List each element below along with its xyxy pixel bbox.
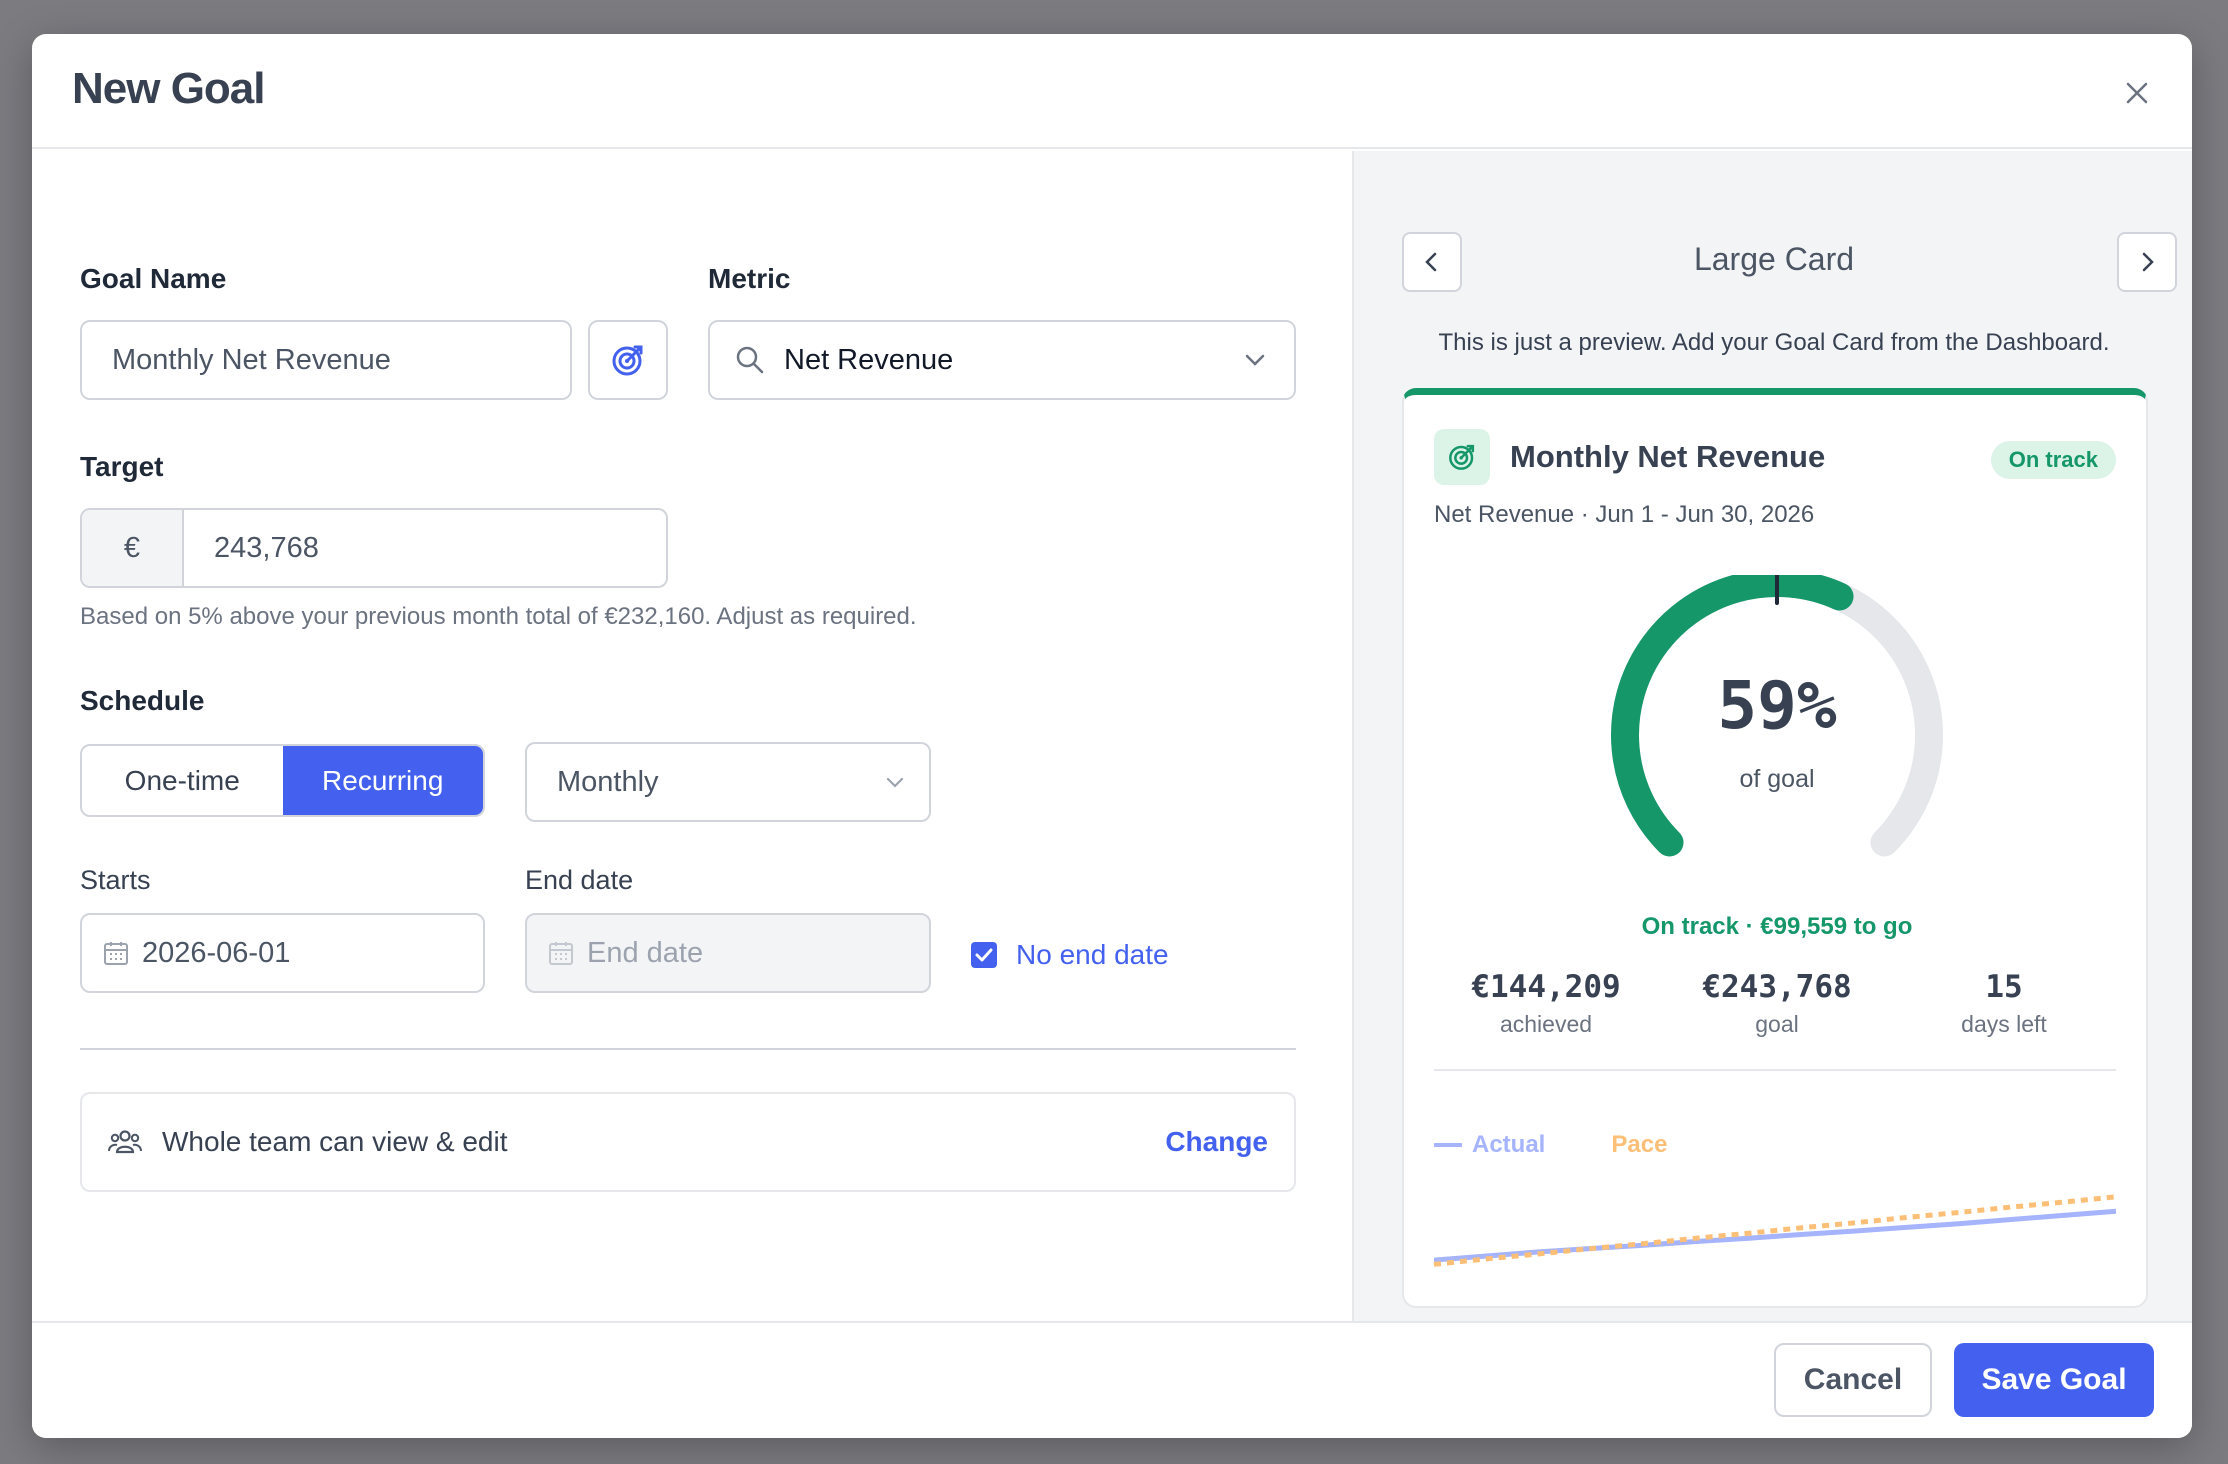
new-goal-modal: New Goal Goal Name Monthly Net Revenue M… — [32, 34, 2192, 1438]
end-date-placeholder: End date — [587, 936, 704, 969]
target-hint: Based on 5% above your previous month to… — [80, 603, 917, 630]
preview-next-button[interactable] — [2117, 232, 2177, 292]
sharing-change-link[interactable]: Change — [1165, 1126, 1268, 1158]
team-icon — [108, 1130, 142, 1154]
target-value: 243,768 — [214, 531, 319, 564]
currency-prefix: € — [82, 510, 184, 586]
preview-panel: Large Card This is just a preview. Add y… — [1352, 151, 2192, 1321]
metric-value: Net Revenue — [784, 343, 954, 376]
metric-label: Metric — [708, 263, 791, 294]
search-icon — [736, 346, 764, 374]
target-label: Target — [80, 451, 164, 482]
chevron-right-icon — [2142, 252, 2154, 272]
stat-days-left: 15 days left — [1961, 969, 2047, 1037]
frequency-select[interactable]: Monthly — [525, 742, 931, 822]
goal-name-input[interactable]: Monthly Net Revenue — [80, 320, 572, 400]
card-icon-tile — [1434, 429, 1490, 485]
starts-label: Starts — [80, 865, 151, 895]
cancel-button[interactable]: Cancel — [1774, 1343, 1932, 1417]
goal-icon-button[interactable] — [588, 320, 668, 400]
schedule-label: Schedule — [80, 685, 205, 716]
starts-date-value: 2026-06-01 — [142, 936, 291, 969]
trend-chart — [1433, 1194, 2117, 1267]
stat-goal: €243,768 goal — [1702, 969, 1852, 1037]
save-goal-button[interactable]: Save Goal — [1954, 1343, 2154, 1417]
gauge-percent: 59% — [1717, 667, 1837, 744]
chevron-down-icon — [886, 777, 904, 788]
checkbox-checked-icon[interactable] — [970, 941, 998, 969]
modal-title: New Goal — [72, 64, 265, 113]
schedule-option-recurring[interactable]: Recurring — [282, 746, 483, 815]
status-badge: On track — [1990, 441, 2116, 479]
goal-form: Goal Name Monthly Net Revenue Metric Net… — [32, 151, 1352, 1321]
calendar-icon — [104, 942, 128, 965]
schedule-toggle: One-time Recurring — [80, 744, 485, 817]
metric-select[interactable]: Net Revenue — [708, 320, 1296, 400]
legend-swatch-actual — [1434, 1143, 1462, 1147]
preview-note: This is just a preview. Add your Goal Ca… — [1438, 329, 2110, 356]
preview-size-label: Large Card — [1693, 241, 1855, 277]
end-date-label: End date — [525, 865, 634, 895]
no-end-date-label: No end date — [1016, 939, 1169, 970]
schedule-option-one-time[interactable]: One-time — [82, 746, 283, 815]
series-line-actual — [1433, 1208, 2117, 1263]
chart-legend: Actual Pace — [1434, 1131, 1667, 1159]
close-icon[interactable] — [2122, 78, 2152, 108]
card-title: Monthly Net Revenue — [1510, 439, 1826, 474]
target-input[interactable]: € 243,768 — [80, 508, 668, 588]
stat-achieved: €144,209 achieved — [1471, 969, 1621, 1037]
card-divider — [1434, 1069, 2116, 1071]
goal-card-preview: Monthly Net Revenue On track Net Revenue… — [1402, 388, 2148, 1308]
sharing-row: Whole team can view & edit Change — [80, 1092, 1296, 1192]
modal-header: New Goal — [32, 34, 2192, 149]
gauge-caption: of goal — [1739, 765, 1815, 793]
chevron-down-icon — [1245, 354, 1265, 366]
divider — [80, 1048, 1296, 1050]
legend-pace: Pace — [1611, 1131, 1668, 1158]
sharing-text: Whole team can view & edit — [162, 1126, 508, 1157]
status-line: On track · €99,559 to go — [1641, 913, 1913, 940]
card-subtitle: Net Revenue · Jun 1 - Jun 30, 2026 — [1434, 501, 1815, 528]
no-end-date-checkbox[interactable]: No end date — [970, 939, 1169, 971]
target-icon — [1449, 444, 1475, 470]
target-icon — [612, 345, 643, 376]
calendar-icon — [549, 942, 573, 965]
end-date-input[interactable]: End date — [525, 913, 931, 993]
starts-date-input[interactable]: 2026-06-01 — [80, 913, 485, 993]
goal-name-label: Goal Name — [80, 263, 227, 294]
legend-actual: Actual — [1472, 1131, 1546, 1158]
modal-footer: Cancel Save Goal — [32, 1321, 2192, 1438]
